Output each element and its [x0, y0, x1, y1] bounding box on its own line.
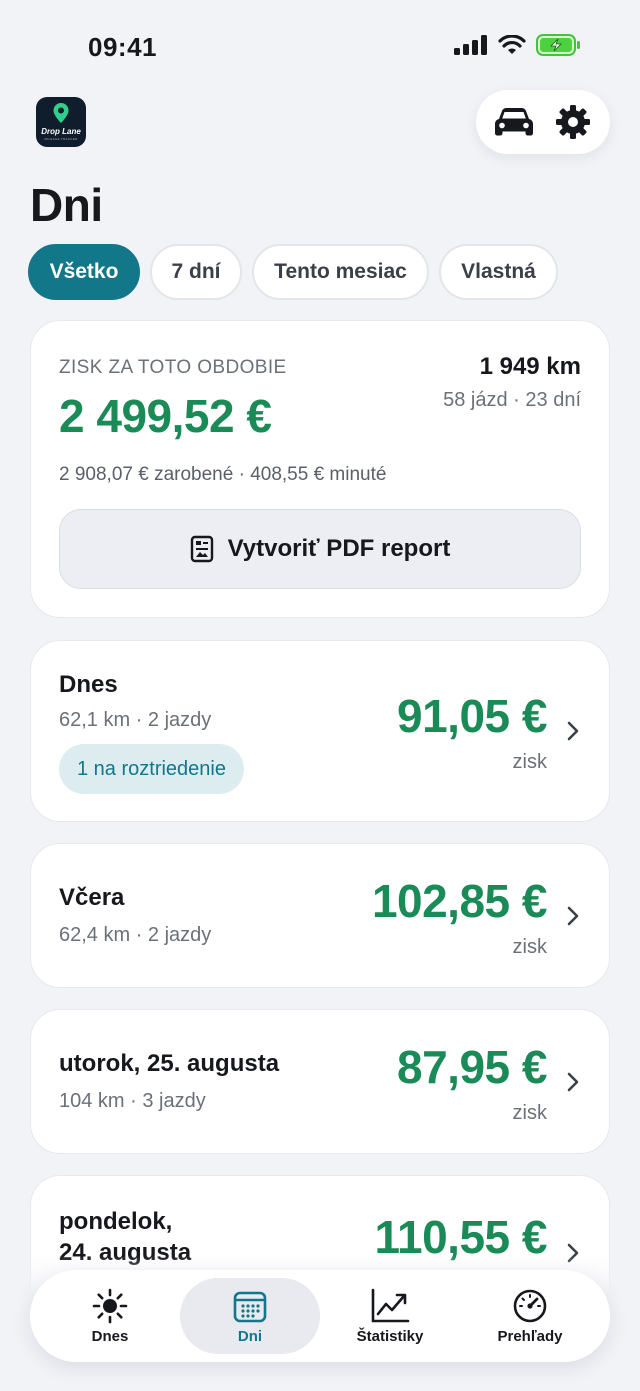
app-logo-subtext: MILEAGE TRACKER: [44, 137, 78, 141]
create-pdf-report-button[interactable]: Vytvoriť PDF report: [59, 509, 581, 589]
speedometer-icon: [513, 1289, 547, 1322]
day-profit-unit: zisk: [512, 936, 547, 958]
day-card-yesterday[interactable]: Včera 62,4 km · 2 jazdy 102,85 € zisk: [30, 843, 610, 988]
wifi-icon: [498, 35, 526, 54]
summary-label: ZISK ZA TOTO OBDOBIE: [59, 357, 287, 378]
status-bar: 09:41: [0, 0, 640, 90]
map-pin-icon: [53, 103, 69, 123]
to-sort-badge[interactable]: 1 na roztriedenie: [59, 744, 244, 794]
status-time: 09:41: [88, 32, 157, 62]
day-title: Dnes: [59, 671, 118, 698]
day-meta: 104 km · 3 jazdy: [59, 1090, 206, 1112]
settings-button[interactable]: [549, 98, 597, 146]
tab-label: Dnes: [91, 1327, 129, 1345]
battery-icon: [536, 34, 580, 56]
app-logo-text: Drop Lane: [41, 127, 81, 136]
header-actions: [476, 90, 610, 154]
tab-statistics[interactable]: Štatistiky: [320, 1278, 460, 1354]
day-title: utorok, 25. augusta: [59, 1050, 280, 1077]
tab-days[interactable]: Dni: [180, 1278, 320, 1354]
signal-icon: [454, 35, 487, 55]
chevron-right-icon: [567, 906, 579, 926]
day-card-today[interactable]: Dnes 62,1 km · 2 jazdy 1 na roztriedenie…: [30, 640, 610, 822]
chevron-right-icon: [567, 721, 579, 741]
day-profit: 87,95 €: [397, 1041, 547, 1093]
tab-label: Štatistiky: [356, 1327, 424, 1345]
filter-chip-custom[interactable]: Vlastná: [439, 244, 558, 300]
day-meta: 62,1 km · 2 jazdy: [59, 709, 212, 731]
create-pdf-report-label: Vytvoriť PDF report: [227, 535, 451, 562]
tab-label: Dni: [237, 1327, 263, 1345]
chevron-right-icon: [567, 1072, 579, 1092]
summary-earned-spent: 2 908,07 € zarobené · 408,55 € minuté: [59, 464, 387, 485]
bottom-tab-bar: Dnes Dni Štatistiky Prehľady: [30, 1270, 610, 1362]
tab-label: Prehľady: [497, 1327, 563, 1345]
summary-distance: 1 949 km: [479, 353, 581, 380]
day-card-tuesday[interactable]: utorok, 25. augusta 104 km · 3 jazdy 87,…: [30, 1009, 610, 1154]
car-icon: [494, 108, 533, 136]
period-filter: Všetko 7 dní Tento mesiac Vlastná: [28, 244, 558, 300]
day-profit: 91,05 €: [397, 690, 547, 742]
summary-profit: 2 499,52 €: [59, 390, 272, 442]
filter-chip-all[interactable]: Všetko: [28, 244, 140, 300]
app-logo: Drop Lane MILEAGE TRACKER: [36, 97, 86, 147]
tab-overviews[interactable]: Prehľady: [460, 1278, 600, 1354]
vehicle-button[interactable]: [490, 98, 538, 146]
day-title: Včera: [59, 884, 125, 911]
sun-icon: [92, 1288, 128, 1323]
day-title-line1: pondelok,: [59, 1208, 173, 1235]
gear-icon: [555, 105, 590, 139]
filter-chip-7-days[interactable]: 7 dní: [150, 244, 242, 300]
report-icon: [190, 535, 213, 563]
status-icons: [454, 34, 582, 56]
day-profit-unit: zisk: [512, 751, 547, 773]
summary-trips: 58 jázd · 23 dní: [443, 389, 581, 411]
day-profit: 102,85 €: [371, 875, 548, 927]
day-profit-unit: zisk: [512, 1102, 547, 1124]
filter-chip-this-month[interactable]: Tento mesiac: [252, 244, 429, 300]
chart-icon: [371, 1288, 410, 1322]
period-summary-card: ZISK ZA TOTO OBDOBIE 2 499,52 € 1 949 km…: [30, 320, 610, 618]
tab-today[interactable]: Dnes: [40, 1278, 180, 1354]
day-meta: 62,4 km · 2 jazdy: [59, 924, 212, 946]
page-title: Dni: [30, 179, 103, 231]
calendar-icon: [233, 1291, 267, 1322]
